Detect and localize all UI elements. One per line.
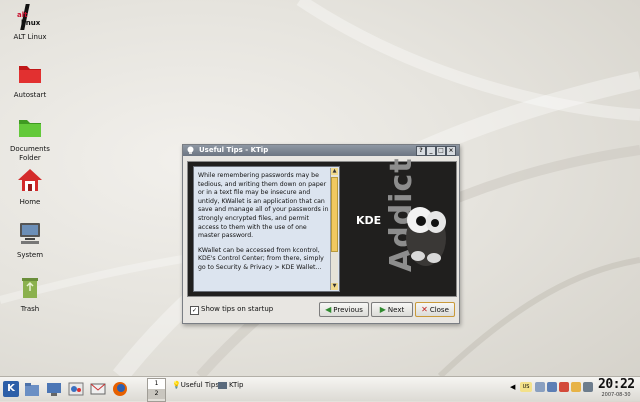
maximize-button[interactable]: □ — [436, 146, 446, 156]
network-icon[interactable] — [547, 382, 557, 392]
kde-image-text: KDE — [356, 214, 382, 227]
scroll-up-icon[interactable]: ▲ — [331, 168, 338, 175]
close-x-icon: ✕ — [421, 305, 428, 314]
desktop-icon-autostart[interactable]: Autostart — [0, 60, 60, 100]
tip-scrollbar[interactable]: ▲ ▼ — [330, 168, 338, 290]
task-useful-tips[interactable]: 💡Useful Tips — [172, 379, 219, 391]
arrow-right-icon: ▶ — [379, 305, 386, 314]
desktop-pager[interactable]: 1 2 — [147, 378, 166, 402]
clock-date: 2007-08-30 — [601, 392, 631, 398]
desktop-icon-label: Trash — [20, 305, 40, 313]
control-center-icon[interactable] — [68, 381, 84, 397]
desktop-show-icon[interactable] — [46, 381, 62, 397]
home-icon — [18, 169, 42, 191]
desktop-icon-trash[interactable]: Trash — [0, 274, 60, 314]
clock[interactable]: 20:22 2007-08-30 — [598, 377, 635, 400]
desktop-icon-home[interactable]: Home — [0, 167, 60, 207]
desktop-icon-documents-folder[interactable]: Documents Folder — [0, 114, 60, 163]
computer-icon — [20, 223, 40, 244]
bluetooth-icon[interactable] — [535, 382, 545, 392]
tip-text-box[interactable]: While remembering passwords may be tedio… — [193, 166, 340, 292]
taskbar: K 1 2 💡Useful Tips KTip ◀ US 20:22 2007-… — [0, 376, 640, 402]
clock-time: 20:22 — [598, 377, 635, 392]
desktop-icon-label: Home — [19, 198, 41, 206]
home-folder-launcher-icon[interactable] — [24, 381, 40, 397]
scroll-down-icon[interactable]: ▼ — [331, 283, 338, 290]
tip-paragraph: While remembering passwords may be tedio… — [198, 172, 329, 240]
pager-desktop-2[interactable]: 2 — [148, 389, 165, 399]
firefox-browser-icon[interactable] — [112, 381, 128, 397]
show-tips-checkbox[interactable]: ✓ — [190, 306, 199, 315]
mail-client-icon[interactable] — [90, 381, 106, 397]
red-folder-icon — [19, 66, 41, 83]
dialog-button-row: ✓ Show tips on startup ◀ Previous ▶ Next ✕… — [187, 302, 455, 318]
desktop-icon-alt-linux[interactable]: alt linux ALT Linux — [0, 4, 60, 42]
tip-paragraph: KWallet can be accessed from kcontrol, K… — [198, 246, 324, 271]
desktop-icon-label: System — [16, 251, 44, 259]
desktop-icon-label: Documents Folder — [10, 145, 50, 162]
next-button[interactable]: ▶ Next — [371, 302, 413, 317]
lightbulb-icon — [187, 146, 194, 154]
window-icon — [218, 381, 227, 389]
close-window-button[interactable]: × — [446, 146, 456, 156]
ktip-dialog: Useful Tips - KTip ? _ □ × While remembe… — [182, 144, 460, 324]
clipboard-icon[interactable] — [559, 382, 569, 392]
dialog-titlebar[interactable]: Useful Tips - KTip ? _ □ × — [183, 145, 459, 156]
desktop-icon-label: ALT Linux — [13, 33, 47, 41]
previous-button[interactable]: ◀ Previous — [319, 302, 369, 317]
dialog-title: Useful Tips - KTip — [199, 146, 269, 154]
trash-icon — [22, 278, 38, 298]
kde-menu-icon[interactable]: K — [3, 381, 19, 397]
update-notifier-icon[interactable] — [571, 382, 581, 392]
desktop-icon-label: Autostart — [13, 91, 47, 99]
keyboard-layout-indicator[interactable]: US — [520, 382, 532, 392]
konqi-addict-mascot-icon — [406, 207, 446, 266]
task-ktip[interactable]: KTip — [218, 379, 244, 391]
scroll-thumb[interactable] — [331, 177, 338, 252]
minimize-button[interactable]: _ — [426, 146, 436, 156]
help-button[interactable]: ? — [416, 146, 426, 156]
pager-desktop-1[interactable]: 1 — [148, 379, 165, 389]
show-tips-label: Show tips on startup — [201, 305, 274, 313]
arrow-left-icon: ◀ — [325, 305, 332, 314]
green-folder-icon — [19, 120, 41, 137]
alt-linux-logo-icon: alt linux — [17, 4, 43, 30]
close-button[interactable]: ✕ Close — [415, 302, 455, 317]
tip-text: While remembering passwords may be tedio… — [198, 172, 329, 279]
tray-arrow-icon[interactable]: ◀ — [510, 382, 520, 392]
lightbulb-icon: 💡 — [172, 381, 181, 389]
tip-content-area: While remembering passwords may be tedio… — [187, 157, 457, 297]
volume-icon[interactable] — [583, 382, 593, 392]
desktop-icon-system[interactable]: System — [0, 220, 60, 260]
